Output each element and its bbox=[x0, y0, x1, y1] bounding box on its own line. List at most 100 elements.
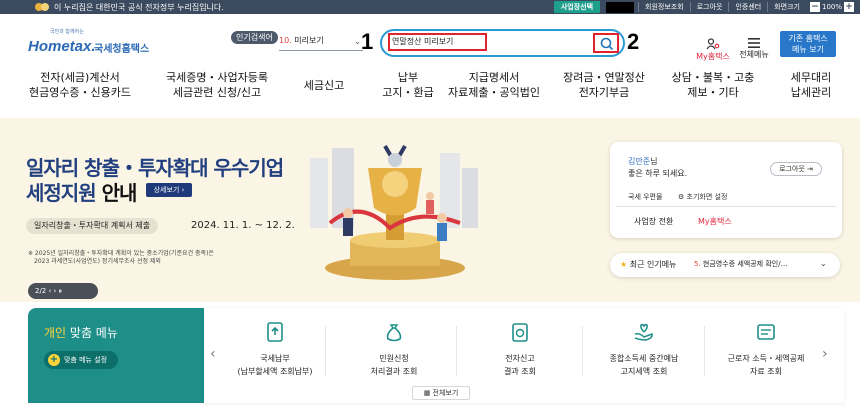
user-greeting: 좋은 하루 되세요. bbox=[628, 169, 688, 178]
service-income-tax-prepayment[interactable]: 종합소득세 중간예납 고지세액 조회 bbox=[594, 320, 694, 378]
popular-search-tag: 인기검색어 bbox=[231, 31, 278, 44]
gov-emblem-icon bbox=[35, 3, 49, 11]
user-name-text: 김만준 bbox=[628, 157, 651, 166]
all-menu-label: 전체메뉴 bbox=[739, 50, 769, 59]
service-label: 고지세액 조회 bbox=[620, 367, 668, 376]
all-menu-button[interactable]: 전체메뉴 bbox=[736, 38, 772, 60]
banner-title-highlight: 세정지원 bbox=[26, 181, 97, 205]
popular-search-rank: 10. bbox=[279, 36, 292, 45]
service-tax-payment[interactable]: 국세납부 (납부할세액 조회납부) bbox=[225, 320, 325, 378]
search-input-highlight bbox=[388, 33, 487, 51]
banner-note-line2: 2023 과세연도(사업연도) 정기세무조사 선정 제외 bbox=[34, 258, 161, 265]
chevron-down-icon[interactable]: ⌄ bbox=[820, 259, 827, 268]
gnb-item-certificate[interactable]: 국세증명・사업자등록 세금관련 신청/신고 bbox=[166, 70, 268, 100]
biz-select-button[interactable]: 사업장선택 bbox=[553, 1, 601, 13]
banner-note: ※ 2025년 일자리창출・투자확대 계획이 있는 중소기업(기준요건 충족)은… bbox=[28, 250, 268, 266]
logo-wordmark: Hometax. bbox=[28, 38, 96, 55]
callout-number-1: 1 bbox=[361, 29, 374, 54]
document-list-icon bbox=[757, 324, 775, 340]
my-hometax-label: My홈택스 bbox=[696, 52, 730, 61]
reset-home-setting[interactable]: ⚙ 초기화면 설정 bbox=[678, 192, 727, 202]
service-e-filing[interactable]: 전자신고 결과 조회 bbox=[470, 320, 570, 378]
service-label: 전자신고 bbox=[505, 354, 535, 363]
banner-detail-button[interactable]: 상세보기 › bbox=[146, 183, 192, 197]
popular-menu-rank: 5. bbox=[694, 260, 701, 268]
document-upload-icon bbox=[267, 322, 283, 342]
logout-link[interactable]: 로그아웃 bbox=[689, 2, 729, 12]
gnb-item-e-invoice[interactable]: 전자(세금)계산서현금영수증・신용카드 bbox=[29, 70, 131, 100]
screen-size-label: 화면크기 bbox=[767, 2, 806, 12]
logout-button[interactable]: 로그아웃 ⇥ bbox=[770, 162, 822, 176]
service-divider bbox=[704, 326, 705, 376]
popular-menu-label: ★ 최근 인기메뉴 bbox=[620, 259, 676, 270]
search-button[interactable] bbox=[593, 33, 619, 53]
old-home-line1: 기존 홈택스 bbox=[788, 34, 828, 43]
personal-menu-title: 개인 맞춤 메뉴 bbox=[44, 324, 118, 341]
chevron-left-icon[interactable]: ‹ bbox=[210, 346, 216, 362]
clipboard-check-icon bbox=[512, 323, 528, 342]
zoom-out-button[interactable]: − bbox=[809, 2, 820, 12]
all-view-label: 전체보기 bbox=[432, 389, 459, 397]
service-label: 국세납부 bbox=[260, 354, 290, 363]
user-name: 김만준님 bbox=[628, 156, 657, 167]
service-civil-complaint[interactable]: 민원신청 처리결과 조회 bbox=[344, 320, 444, 378]
star-icon: ★ bbox=[620, 260, 630, 269]
gnb-label: 전자기부금 bbox=[578, 86, 630, 99]
gnb-label: 세금관련 신청/신고 bbox=[172, 86, 262, 99]
member-info-link[interactable]: 회원정보조회 bbox=[638, 2, 690, 12]
gnb-item-consult[interactable]: 상담・불복・고충 제보・기타 bbox=[672, 70, 755, 100]
service-label: 결과 조회 bbox=[504, 367, 536, 376]
switch-workplace-button[interactable]: 사업장 전환 bbox=[634, 216, 673, 227]
money-bag-icon bbox=[386, 324, 402, 342]
logo-tagline: 국민과 함께하는 bbox=[50, 29, 84, 35]
cert-center-link[interactable]: 인증센터 bbox=[728, 2, 767, 12]
gnb-item-year-end[interactable]: 장려금・연말정산전자기부금 bbox=[563, 70, 645, 100]
gnb-label: 전자(세금)계산서 bbox=[40, 71, 120, 84]
gnb-label: 장려금・연말정산 bbox=[563, 71, 645, 84]
search-icon bbox=[600, 37, 614, 51]
gnb-label: 현금영수증・신용카드 bbox=[28, 86, 132, 99]
gov-notice: 이 누리집은 대한민국 공식 전자정부 누리집입니다. bbox=[54, 3, 224, 12]
reset-home-label: 초기화면 설정 bbox=[686, 193, 728, 201]
grid-icon: ▦ bbox=[423, 389, 433, 397]
popular-menu-text: 현금영수증 세액공제 확인/… bbox=[702, 260, 788, 268]
gnb-item-tax-agent[interactable]: 세무대리납세관리 bbox=[791, 70, 831, 100]
old-home-line2: 메뉴 보기 bbox=[792, 45, 824, 54]
gnb-item-payment-statement[interactable]: 지급명세서 자료제출・공익법인 bbox=[448, 70, 540, 100]
chevron-right-icon[interactable]: › bbox=[822, 346, 828, 362]
user-panel-divider bbox=[616, 206, 836, 207]
hamburger-icon bbox=[748, 38, 760, 48]
gnb-label: 세무대리 bbox=[790, 71, 832, 84]
tax-mail-link[interactable]: 국세 우편물 bbox=[628, 192, 662, 202]
service-label: 근로자 소득・세액공제 bbox=[727, 354, 805, 363]
gnb-item-payment[interactable]: 납부 고지・환급 bbox=[382, 70, 433, 100]
service-divider bbox=[325, 326, 326, 376]
personal-menu-title-highlight: 개인 bbox=[44, 326, 67, 340]
zoom-in-button[interactable]: + bbox=[844, 2, 854, 12]
gnb-label: 세금신고 bbox=[303, 79, 345, 92]
user-my-hometax-button[interactable]: My홈택스 bbox=[698, 216, 732, 227]
gnb-label: 납세관리 bbox=[790, 86, 832, 99]
service-worker-deduction[interactable]: 근로자 소득・세액공제 자료 조회 bbox=[716, 320, 816, 378]
old-hometax-menu-button[interactable]: 기존 홈택스 메뉴 보기 bbox=[780, 31, 836, 57]
zoom-level: 100% bbox=[821, 3, 842, 11]
plus-icon: + bbox=[48, 354, 60, 366]
banner-note-line1: ※ 2025년 일자리창출・투자확대 계획이 있는 중소기업(기준요건 충족)은 bbox=[28, 250, 214, 257]
user-gear-icon bbox=[706, 38, 720, 50]
gear-icon: ⚙ bbox=[678, 193, 687, 201]
popular-menu-item[interactable]: 5. 현금영수증 세액공제 확인/… bbox=[694, 259, 788, 269]
all-view-button[interactable]: ▦ 전체보기 bbox=[412, 386, 470, 400]
zoom-control: − 100% + bbox=[809, 2, 854, 12]
popular-search-select[interactable]: 10. 미리보기 ⌄ bbox=[279, 35, 363, 51]
service-label: (납부할세액 조회납부) bbox=[237, 367, 313, 376]
service-label: 처리결과 조회 bbox=[370, 367, 418, 376]
my-hometax-button[interactable]: My홈택스 bbox=[690, 38, 736, 62]
search-input[interactable] bbox=[392, 37, 485, 46]
service-label: 종합소득세 중간예납 bbox=[609, 354, 679, 363]
service-divider bbox=[582, 326, 583, 376]
main-navigation: 전자(세금)계산서현금영수증・신용카드 국세증명・사업자등록 세금관련 신청/신고… bbox=[0, 70, 860, 102]
gnb-label: 지급명세서 bbox=[468, 71, 520, 84]
gov-topbar: 이 누리집은 대한민국 공식 전자정부 누리집입니다. 사업장선택 회원정보조회… bbox=[0, 0, 860, 14]
banner-pager[interactable]: 2/2 ‹ › ⏸ bbox=[28, 283, 98, 299]
gnb-item-tax-report[interactable]: 세금신고 bbox=[304, 78, 344, 93]
